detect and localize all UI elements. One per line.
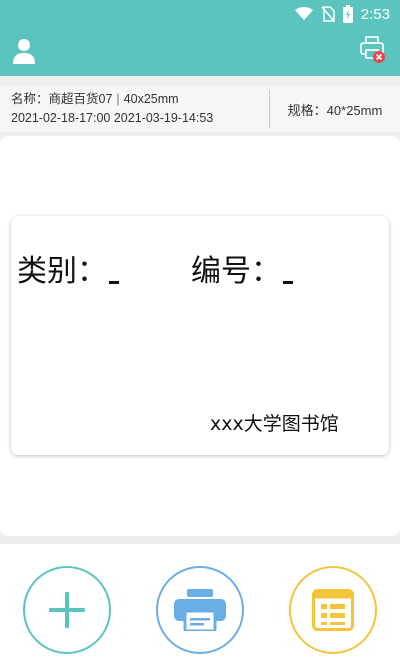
separator: | xyxy=(116,92,120,106)
plus-icon xyxy=(49,592,85,628)
clock: 2:53 xyxy=(360,5,390,23)
template-list-button[interactable] xyxy=(289,566,377,654)
template-info-bar[interactable]: 名称：商超百货07 | 40x25mm 2021-02-18-17:00 2021-… xyxy=(0,86,400,132)
template-name: 商超百货07 xyxy=(48,92,113,106)
date-range: 2021-02-18-17:00 2021-03-19-14:53 xyxy=(11,111,214,125)
printer-disconnected-icon[interactable] xyxy=(360,36,386,64)
print-button[interactable] xyxy=(156,566,244,654)
status-bar: 2:53 xyxy=(0,0,400,28)
number-field: 编号： xyxy=(191,246,293,290)
battery-icon xyxy=(342,5,353,23)
user-icon[interactable] xyxy=(12,38,36,64)
list-icon xyxy=(312,589,354,631)
add-button[interactable] xyxy=(23,566,111,654)
app-bar xyxy=(0,28,400,76)
no-sim-icon xyxy=(321,6,335,22)
wifi-icon xyxy=(294,7,313,20)
template-size: 40x25mm xyxy=(123,92,179,106)
name-label: 名称： xyxy=(11,92,49,106)
bottom-action-bar xyxy=(0,544,400,661)
category-field: 类别： xyxy=(17,246,119,290)
number-label: 编号： xyxy=(191,254,281,289)
spec-text: 规格：40*25mm xyxy=(287,102,383,118)
number-blank xyxy=(283,281,293,284)
category-label: 类别： xyxy=(17,254,107,289)
printer-icon xyxy=(174,589,226,631)
category-blank xyxy=(109,281,119,284)
label-preview[interactable]: 类别： 编号： xxx大学图书馆 xyxy=(11,216,389,455)
library-name: xxx大学图书馆 xyxy=(210,413,339,435)
template-details: 名称：商超百货07 | 40x25mm 2021-02-18-17:00 2021-… xyxy=(0,90,269,128)
